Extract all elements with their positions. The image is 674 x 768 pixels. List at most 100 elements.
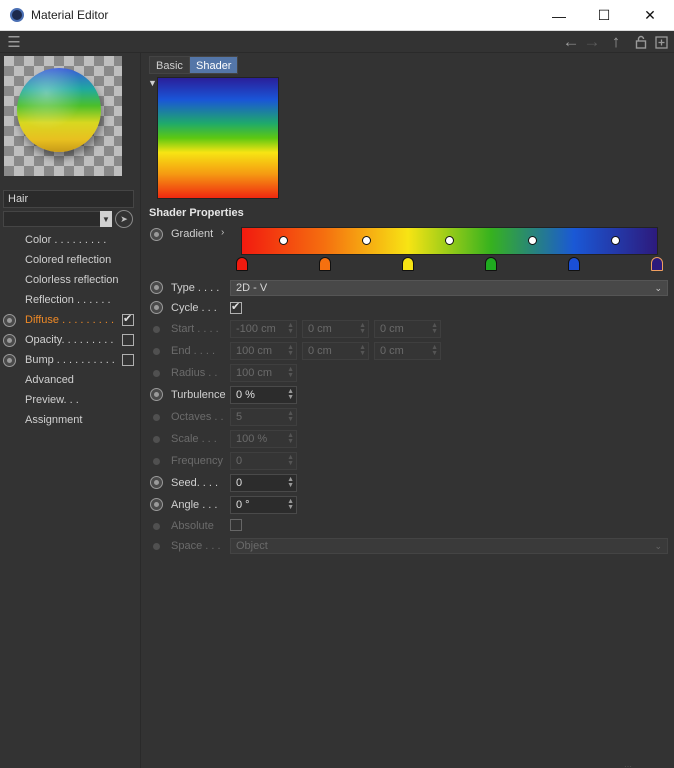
gradient-knot[interactable] <box>445 236 454 245</box>
new-window-icon[interactable] <box>654 31 668 53</box>
end-z-field[interactable]: 0 cm ▲ ▼ <box>374 342 441 360</box>
absolute-checkbox[interactable] <box>230 519 242 531</box>
app-logo-icon <box>10 8 24 22</box>
type-label: Type . . . . <box>171 282 220 294</box>
gradient-knot[interactable] <box>279 236 288 245</box>
gradient-stop-handle[interactable] <box>319 257 331 271</box>
material-select[interactable] <box>3 211 112 227</box>
tab-basic[interactable]: Basic <box>149 56 190 74</box>
gradient-knot[interactable] <box>611 236 620 245</box>
gradient-knot[interactable] <box>362 236 371 245</box>
channel-advanced[interactable]: Advanced <box>25 371 135 389</box>
start-animate-dot[interactable] <box>153 326 160 333</box>
radius-animate-dot[interactable] <box>153 370 160 377</box>
hamburger-icon[interactable]: ☰ <box>6 31 22 53</box>
frequency-label: Frequency <box>171 455 223 467</box>
octaves-animate-dot[interactable] <box>153 414 160 421</box>
type-dropdown[interactable]: 2D - V ⌄ <box>230 280 668 296</box>
gradient-stop-handle[interactable] <box>236 257 248 271</box>
diffuse-animate-dot[interactable] <box>3 314 16 327</box>
shader-preview <box>157 77 279 199</box>
type-value: 2D - V <box>236 282 268 294</box>
chevron-down-icon: ⌄ <box>654 541 662 551</box>
gradient-stop-handle[interactable] <box>485 257 497 271</box>
cycle-label: Cycle . . . <box>171 302 217 314</box>
cycle-checkbox[interactable] <box>230 300 242 314</box>
end-x-field[interactable]: 100 cm ▲ ▼ <box>230 342 297 360</box>
channel-colored-reflection[interactable]: Colored reflection <box>25 251 135 269</box>
maximize-button[interactable]: ☐ <box>581 0 627 31</box>
minimize-button[interactable]: — <box>536 0 582 31</box>
angle-field[interactable]: 0 ° ▲ ▼ <box>230 496 297 514</box>
channel-opacity[interactable]: Opacity. . . . . . . . . <box>25 331 135 349</box>
picker-arrow-icon[interactable]: ➤ <box>115 210 133 228</box>
scale-animate-dot[interactable] <box>153 436 160 443</box>
radius-label: Radius . . <box>171 367 218 379</box>
start-z-field[interactable]: 0 cm ▲ ▼ <box>374 320 441 338</box>
octaves-field[interactable]: 5 ▲ ▼ <box>230 408 297 426</box>
opacity-animate-dot[interactable] <box>3 334 16 347</box>
channel-reflection[interactable]: Reflection . . . . . . <box>25 291 135 309</box>
tab-shader[interactable]: Shader <box>189 56 239 74</box>
window-title: Material Editor <box>31 8 109 22</box>
channel-assignment[interactable]: Assignment <box>25 411 135 429</box>
collapse-arrow-icon[interactable]: ▼ <box>148 78 157 88</box>
gradient-stop-handle[interactable] <box>568 257 580 271</box>
angle-label: Angle . . . <box>171 499 218 511</box>
gradient-stop-handle[interactable] <box>651 257 663 271</box>
arrow-left-icon[interactable]: ← <box>561 31 581 53</box>
preview-sphere <box>17 68 101 152</box>
type-animate-dot[interactable] <box>150 281 163 294</box>
octaves-label: Octaves . . <box>171 411 224 423</box>
end-animate-dot[interactable] <box>153 348 160 355</box>
diffuse-enable-checkbox[interactable] <box>122 312 134 326</box>
channel-color[interactable]: Color . . . . . . . . . <box>25 231 135 249</box>
seed-animate-dot[interactable] <box>150 476 163 489</box>
chevron-down-icon: ⌄ <box>654 283 662 293</box>
bump-enable-checkbox[interactable] <box>122 354 134 366</box>
close-button[interactable]: ✕ <box>627 0 673 31</box>
space-animate-dot[interactable] <box>153 543 160 550</box>
frequency-field[interactable]: 0 ▲ ▼ <box>230 452 297 470</box>
frequency-animate-dot[interactable] <box>153 458 160 465</box>
turbulence-label: Turbulence <box>171 389 226 401</box>
gradient-label: Gradient <box>171 228 214 240</box>
end-y-field[interactable]: 0 cm ▲ ▼ <box>302 342 369 360</box>
start-y-field[interactable]: 0 cm ▲ ▼ <box>302 320 369 338</box>
turbulence-animate-dot[interactable] <box>150 388 163 401</box>
chevron-right-icon[interactable]: › <box>221 227 224 238</box>
end-label: End . . . . <box>171 345 216 357</box>
space-label: Space . . . <box>171 540 221 552</box>
channel-diffuse[interactable]: Diffuse . . . . . . . . . <box>25 311 135 329</box>
channel-preview[interactable]: Preview. . . <box>25 391 135 409</box>
arrow-right-icon[interactable]: → <box>582 31 602 53</box>
scale-label: Scale . . . <box>171 433 217 445</box>
channel-bump[interactable]: Bump . . . . . . . . . . <box>25 351 135 369</box>
angle-animate-dot[interactable] <box>150 498 163 511</box>
arrow-up-icon[interactable]: ↑ <box>607 31 625 53</box>
seed-field[interactable]: 0 ▲ ▼ <box>230 474 297 492</box>
channel-colorless-reflection[interactable]: Colorless reflection <box>25 271 135 289</box>
gradient-animate-dot[interactable] <box>150 228 163 241</box>
absolute-label: Absolute <box>171 520 214 532</box>
bump-animate-dot[interactable] <box>3 354 16 367</box>
turbulence-field[interactable]: 0 % ▲ ▼ <box>230 386 297 404</box>
chevron-down-icon[interactable]: ▼ <box>100 211 112 227</box>
space-dropdown[interactable]: Object ⌄ <box>230 538 668 554</box>
absolute-animate-dot[interactable] <box>153 523 160 530</box>
scale-field[interactable]: 100 % ▲ ▼ <box>230 430 297 448</box>
radius-field[interactable]: 100 cm ▲ ▼ <box>230 364 297 382</box>
lock-icon[interactable] <box>634 31 648 53</box>
gradient-stop-handle[interactable] <box>402 257 414 271</box>
cycle-animate-dot[interactable] <box>150 301 163 314</box>
start-label: Start . . . . <box>171 323 219 335</box>
section-title: Shader Properties <box>149 207 244 219</box>
opacity-enable-checkbox[interactable] <box>122 334 134 346</box>
seed-label: Seed. . . . <box>171 477 219 489</box>
space-value: Object <box>236 540 268 552</box>
resize-grip-icon[interactable]: ⋯ <box>624 762 664 768</box>
gradient-knot[interactable] <box>528 236 537 245</box>
material-name-field[interactable]: Hair <box>3 190 134 208</box>
material-preview[interactable] <box>4 56 122 176</box>
start-x-field[interactable]: -100 cm ▲ ▼ <box>230 320 297 338</box>
